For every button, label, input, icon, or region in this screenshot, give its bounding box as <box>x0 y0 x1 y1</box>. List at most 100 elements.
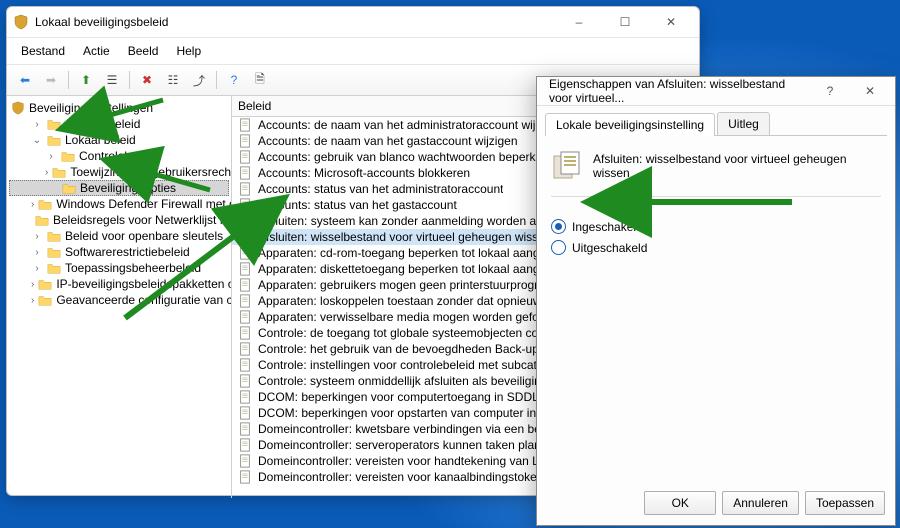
radio-disabled-button[interactable] <box>551 240 566 255</box>
expand-icon[interactable]: › <box>31 231 43 242</box>
tree-item-label: Beveiligingsopties <box>80 181 176 195</box>
policy-doc-icon <box>238 262 252 276</box>
policy-doc-icon <box>238 470 252 484</box>
show-hide-icon[interactable]: ☰ <box>100 68 124 92</box>
refresh-icon[interactable]: 🗎 <box>248 68 272 92</box>
radio-disabled-label: Uitgeschakeld <box>572 241 647 255</box>
tree-item[interactable]: Beleidsregels voor Netwerklijst Manag <box>9 212 229 228</box>
expand-icon[interactable]: › <box>31 199 34 210</box>
expand-icon[interactable]: › <box>31 119 43 130</box>
maximize-button[interactable]: ☐ <box>603 8 647 36</box>
tree-item[interactable]: ›Windows Defender Firewall met geava <box>9 196 229 212</box>
tree-item[interactable]: › Geavanceerde configuratie van controle <box>9 292 229 308</box>
radio-enabled-label: Ingeschakeld <box>572 220 643 234</box>
policy-doc-icon <box>238 374 252 388</box>
tree-item-label: IP-beveiligingsbeleidspakketten op Lo <box>56 277 232 291</box>
menubar: Bestand Actie Beeld Help <box>7 38 699 65</box>
policy-doc-icon <box>238 358 252 372</box>
expand-icon[interactable]: › <box>45 151 57 162</box>
menu-action[interactable]: Actie <box>79 42 114 60</box>
up-icon[interactable]: ⬆ <box>74 68 98 92</box>
tree-item-label: Geavanceerde configuratie van controle <box>56 293 232 307</box>
close-button[interactable]: ✕ <box>649 8 693 36</box>
tree-item[interactable]: Beveiligingsopties <box>9 180 229 196</box>
policy-doc-icon <box>238 422 252 436</box>
policy-doc-icon <box>238 278 252 292</box>
tree-item[interactable]: › Beleid voor openbare sleutels <box>9 228 229 244</box>
policy-doc-icon <box>238 182 252 196</box>
tree-item-label: Softwarerestrictiebeleid <box>65 245 190 259</box>
tree-item[interactable]: ⌄Lokaal beleid <box>9 132 229 148</box>
tree-item[interactable]: › IP-beveiligingsbeleidspakketten op Lo <box>9 276 229 292</box>
folder-icon <box>35 213 49 227</box>
policy-icon <box>551 150 583 182</box>
radio-disabled[interactable]: Uitgeschakeld <box>551 240 881 255</box>
window-title: Lokaal beveiligingsbeleid <box>35 15 557 29</box>
tree-pane[interactable]: Beveiligingsinstellingen ›Accountbeleid⌄… <box>7 96 232 498</box>
folder-icon <box>47 245 61 259</box>
menu-file[interactable]: Bestand <box>17 42 69 60</box>
forward-icon[interactable]: ➡ <box>39 68 63 92</box>
cancel-button[interactable]: Annuleren <box>722 491 799 515</box>
folder-icon <box>47 229 61 243</box>
tree-root[interactable]: Beveiligingsinstellingen <box>9 100 229 116</box>
policy-doc-icon <box>238 118 252 132</box>
back-icon[interactable]: ⬅ <box>13 68 37 92</box>
policy-label: Afsluiten: wisselbestand voor virtueel g… <box>593 152 881 180</box>
policy-doc-icon <box>238 230 252 244</box>
expand-icon[interactable]: › <box>31 279 34 290</box>
folder-icon <box>47 261 61 275</box>
minimize-button[interactable]: – <box>557 8 601 36</box>
policy-doc-icon <box>238 134 252 148</box>
folder-icon <box>38 277 52 291</box>
folder-icon <box>52 165 66 179</box>
dialog-tabs: Lokale beveiligingsinstelling Uitleg <box>545 112 887 136</box>
export-icon[interactable]: ⤴ <box>187 68 211 92</box>
list-item-label: Afsluiten: wisselbestand voor virtueel g… <box>258 230 552 244</box>
shield-icon <box>11 101 25 115</box>
policy-doc-icon <box>238 342 252 356</box>
radio-enabled-button[interactable] <box>551 219 566 234</box>
tree-item[interactable]: ›Toewijzing van gebruikersrechten <box>9 164 229 180</box>
menu-view[interactable]: Beeld <box>124 42 163 60</box>
folder-icon <box>38 293 52 307</box>
tree-item[interactable]: › Softwarerestrictiebeleid <box>9 244 229 260</box>
radio-enabled[interactable]: Ingeschakeld <box>551 219 881 234</box>
policy-doc-icon <box>238 454 252 468</box>
expand-icon[interactable]: ⌄ <box>31 135 43 146</box>
dialog-close-button[interactable]: ✕ <box>851 78 889 104</box>
folder-icon <box>62 181 76 195</box>
dialog-help-button[interactable]: ? <box>811 78 849 104</box>
list-item-label: Accounts: de naam van het gastaccount wi… <box>258 134 518 148</box>
tree-item-label: Accountbeleid <box>65 117 140 131</box>
menu-help[interactable]: Help <box>172 42 205 60</box>
policy-doc-icon <box>238 326 252 340</box>
policy-doc-icon <box>238 246 252 260</box>
radio-group: Ingeschakeld Uitgeschakeld <box>551 219 881 255</box>
help-icon[interactable]: ? <box>222 68 246 92</box>
tree-root-label: Beveiligingsinstellingen <box>29 101 153 115</box>
folder-icon <box>38 197 52 211</box>
tree-item[interactable]: ›Controlebeleid <box>9 148 229 164</box>
tree-item[interactable]: › Accountbeleid <box>9 116 229 132</box>
policy-doc-icon <box>238 166 252 180</box>
policy-doc-icon <box>238 150 252 164</box>
expand-icon[interactable]: › <box>31 263 43 274</box>
tab-explain[interactable]: Uitleg <box>717 112 770 135</box>
list-item-label: Domeincontroller: serveroperators kunnen… <box>258 438 561 452</box>
expand-icon[interactable]: › <box>45 167 48 178</box>
tab-local-setting[interactable]: Lokale beveiligingsinstelling <box>545 113 715 136</box>
delete-icon[interactable]: ✖ <box>135 68 159 92</box>
folder-icon <box>47 117 61 131</box>
list-item-label: Accounts: de naam van het administratora… <box>258 118 564 132</box>
tree-item[interactable]: ›Toepassingsbeheerbeleid <box>9 260 229 276</box>
apply-button[interactable]: Toepassen <box>805 491 885 515</box>
dialog-title: Eigenschappen van Afsluiten: wisselbesta… <box>543 77 811 105</box>
folder-icon <box>61 149 75 163</box>
policy-doc-icon <box>238 310 252 324</box>
ok-button[interactable]: OK <box>644 491 716 515</box>
properties-icon[interactable]: ☷ <box>161 68 185 92</box>
tree-item-label: Beleid voor openbare sleutels <box>65 229 223 243</box>
expand-icon[interactable]: › <box>31 295 34 306</box>
expand-icon[interactable]: › <box>31 247 43 258</box>
